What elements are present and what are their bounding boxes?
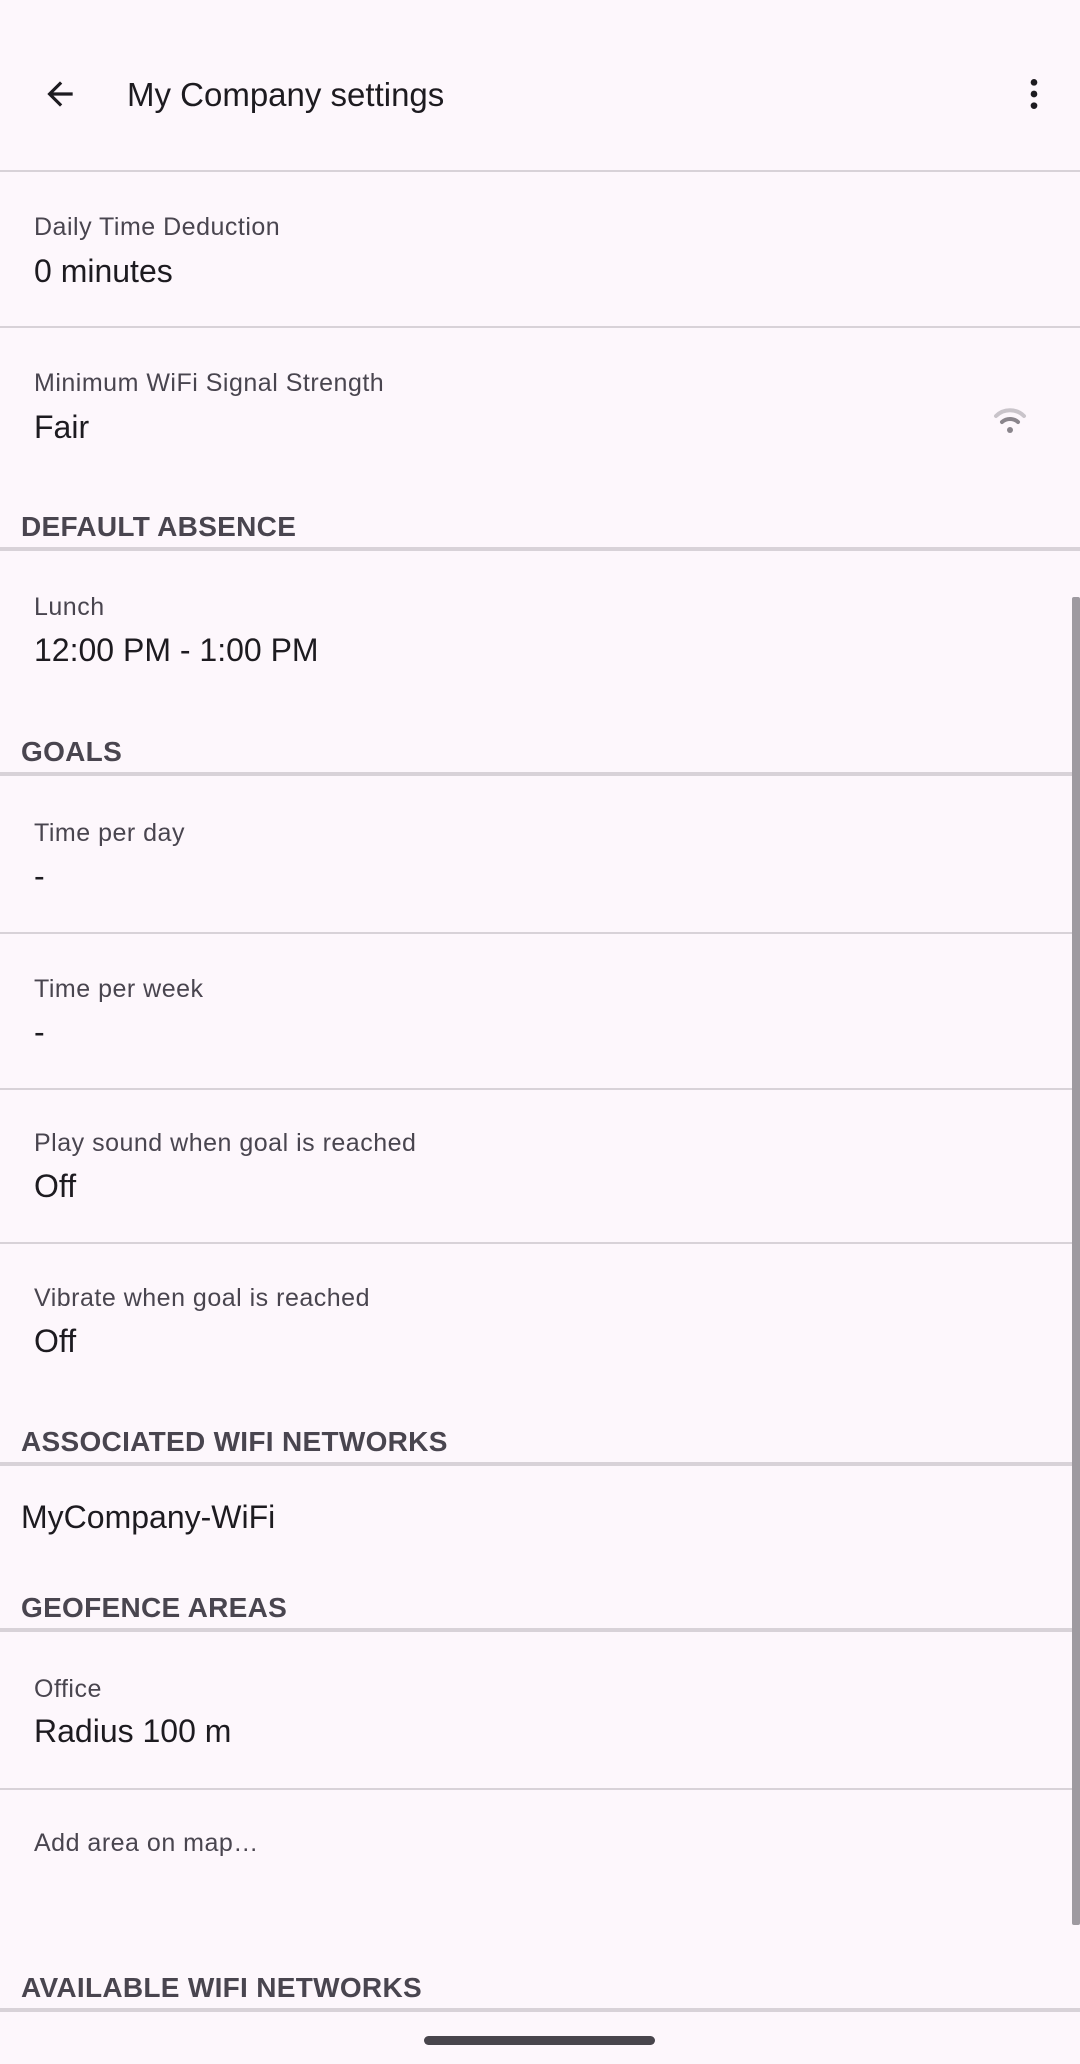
section-header-available-wifi: AVAILABLE WIFI NETWORKS — [21, 1972, 422, 2003]
pref-summary: Off — [34, 1168, 77, 1204]
pref-summary: Fair — [34, 409, 90, 445]
pref-title: Play sound when goal is reached — [34, 1129, 417, 1157]
pref-title: Daily Time Deduction — [34, 213, 281, 241]
scrollbar[interactable] — [1072, 597, 1080, 1925]
section-divider — [0, 1462, 1080, 1466]
pref-summary: Off — [34, 1323, 77, 1359]
pref-vibrate[interactable]: Vibrate when goal is reached Off — [0, 1244, 1080, 1394]
pref-title: Time per day — [34, 819, 185, 847]
divider — [0, 1788, 1080, 1790]
pref-title: Time per week — [34, 975, 204, 1003]
section-header-geofence: GEOFENCE AREAS — [21, 1592, 288, 1623]
pref-play-sound[interactable]: Play sound when goal is reached Off — [0, 1090, 1080, 1242]
pref-geofence-office[interactable]: Office Radius 100 m — [0, 1632, 1080, 1788]
more-vert-icon — [1030, 79, 1038, 109]
top-app-bar: My Company settings — [0, 0, 1080, 172]
pref-summary: 0 minutes — [34, 253, 173, 289]
pref-time-per-week[interactable]: Time per week - — [0, 934, 1080, 1088]
gesture-navigation-bar[interactable] — [424, 2036, 655, 2045]
pref-summary: - — [34, 1014, 45, 1050]
arrow-back-icon — [47, 81, 73, 107]
section-header-goals: GOALS — [21, 736, 123, 767]
pref-summary: - — [34, 858, 45, 894]
pref-title: Lunch — [34, 593, 105, 621]
pref-summary: 12:00 PM - 1:00 PM — [34, 632, 319, 668]
pref-min-wifi-strength[interactable]: Minimum WiFi Signal Strength Fair — [0, 328, 1080, 498]
section-header-default-absence: DEFAULT ABSENCE — [21, 511, 297, 542]
pref-title: Office — [34, 1675, 102, 1703]
wifi-signal-fair-icon — [994, 408, 1026, 433]
pref-title: Vibrate when goal is reached — [34, 1284, 370, 1312]
pref-summary: Radius 100 m — [34, 1713, 232, 1749]
pref-title: Minimum WiFi Signal Strength — [34, 369, 385, 397]
more-options-button[interactable] — [1006, 64, 1062, 124]
pref-daily-time-deduction[interactable]: Daily Time Deduction 0 minutes — [0, 172, 1080, 326]
wifi-network-item[interactable]: MyCompany-WiFi — [21, 1498, 275, 1536]
section-header-associated-wifi: ASSOCIATED WIFI NETWORKS — [21, 1426, 448, 1457]
section-divider — [0, 2008, 1080, 2012]
pref-time-per-day[interactable]: Time per day - — [0, 776, 1080, 932]
back-button[interactable] — [30, 64, 90, 124]
page-title: My Company settings — [127, 76, 445, 113]
add-area-on-map-button[interactable]: Add area on map… — [34, 1828, 259, 1858]
pref-absence-lunch[interactable]: Lunch 12:00 PM - 1:00 PM — [0, 551, 1080, 701]
